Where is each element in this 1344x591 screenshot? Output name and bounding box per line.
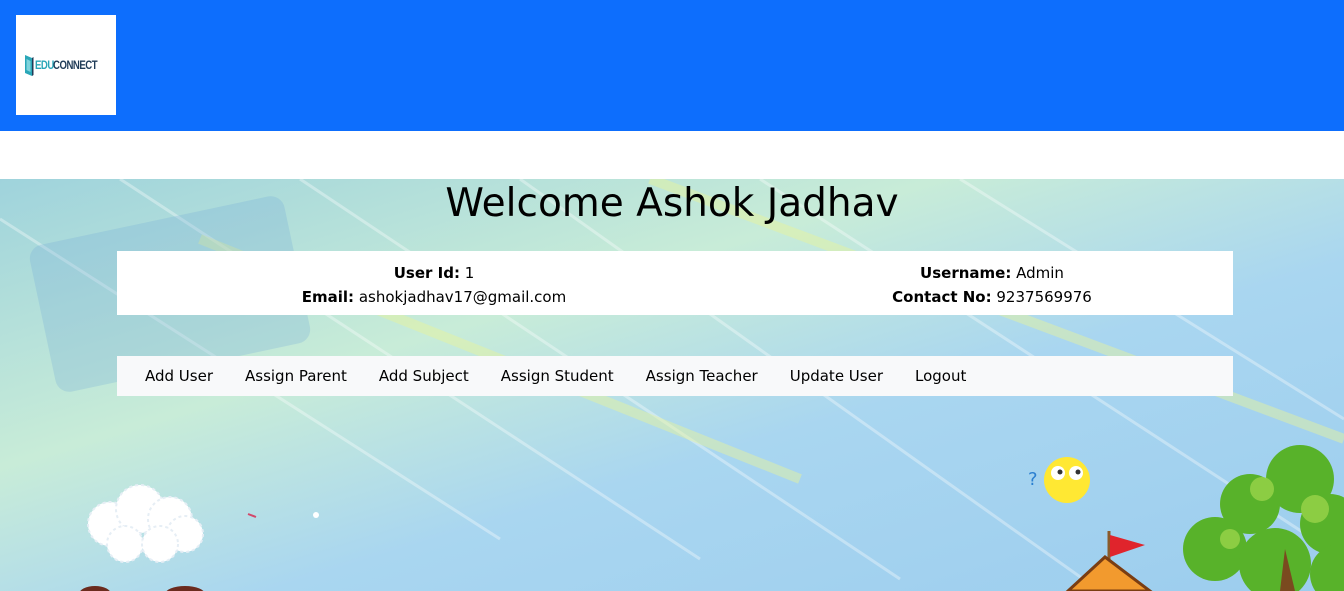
user-id-row: User Id: 1 [117,261,751,285]
educonnect-logo[interactable]: EDU CONNECT [16,15,116,115]
svg-text:?: ? [1028,469,1038,490]
contact-row: Contact No: 9237569976 [751,285,1233,309]
user-info-right: Username: Admin Contact No: 9237569976 [751,261,1233,309]
contact-value: 9237569976 [996,288,1092,306]
email-row: Email: ashokjadhav17@gmail.com [117,285,751,309]
admin-nav-bar: Add User Assign Parent Add Subject Assig… [117,356,1233,396]
username-value: Admin [1016,264,1064,282]
contact-label: Contact No: [892,288,992,306]
nav-logout[interactable]: Logout [899,367,982,385]
logo-text-edu: EDU [34,58,54,72]
logo-mark: EDU CONNECT [24,53,109,77]
nav-assign-student[interactable]: Assign Student [485,367,630,385]
page-title: Welcome Ashok Jadhav [445,181,899,226]
nav-assign-parent[interactable]: Assign Parent [229,367,363,385]
user-info-left: User Id: 1 Email: ashokjadhav17@gmail.co… [117,261,751,309]
nav-add-user[interactable]: Add User [129,367,229,385]
book-icon [24,55,34,76]
username-label: Username: [920,264,1012,282]
nav-assign-teacher[interactable]: Assign Teacher [630,367,774,385]
email-label: Email: [301,288,355,306]
top-header-bar: EDU CONNECT [0,0,1344,131]
nav-update-user[interactable]: Update User [774,367,899,385]
nav-add-subject[interactable]: Add Subject [363,367,485,385]
email-value: ashokjadhav17@gmail.com [358,288,567,306]
username-row: Username: Admin [751,261,1233,285]
user-info-card: User Id: 1 Email: ashokjadhav17@gmail.co… [117,251,1233,315]
user-id-value: 1 [464,264,475,282]
logo-text-connect: CONNECT [53,58,98,72]
user-id-label: User Id: [393,264,460,282]
